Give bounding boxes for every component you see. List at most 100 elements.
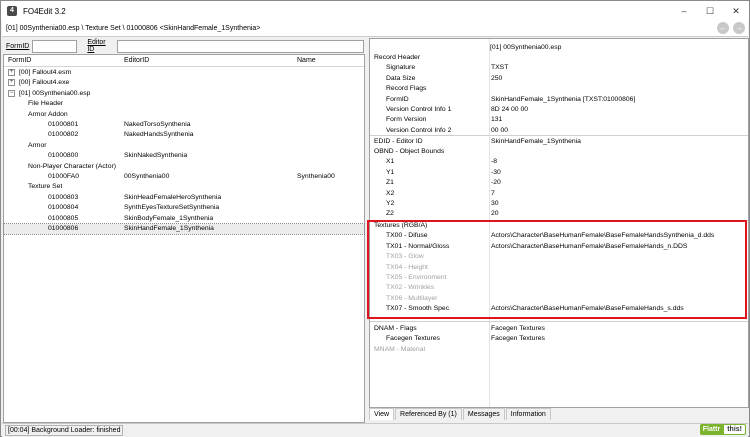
tree-row[interactable]: 01000800 SkinNakedSynthenia	[4, 151, 364, 161]
tree-row[interactable]: Non-Player Character (Actor)	[4, 162, 364, 172]
record-field-value[interactable]: 250	[491, 74, 502, 84]
record-row[interactable]: Version Control Info 1 8D 24 00 00	[370, 105, 748, 115]
tree-row[interactable]: 01000804 SynthEyesTextureSetSynthenia	[4, 203, 364, 213]
record-row[interactable]: Z2 20	[370, 209, 748, 219]
record-field-label: Record Header	[374, 54, 421, 61]
flattr-button[interactable]: Flattr this!	[699, 424, 746, 435]
column-header-editorid[interactable]: EditorID	[124, 57, 149, 64]
record-field-value[interactable]: -30	[491, 168, 501, 178]
record-row[interactable]: Z1 -20	[370, 178, 748, 188]
record-field-value[interactable]: Facegen Textures	[491, 324, 545, 334]
tree-cell-formid: [01] 00Synthenia00.esp	[19, 89, 91, 97]
tree-cell-formid: 01000802	[48, 131, 79, 139]
maximize-button[interactable]: ☐	[697, 1, 723, 21]
record-field-label: OBND - Object Bounds	[374, 148, 445, 155]
record-row[interactable]: Signature TXST	[370, 63, 748, 73]
record-field-label: FormID	[386, 95, 409, 103]
record-row[interactable]: Form Version 131	[370, 115, 748, 125]
record-row[interactable]: Y2 30	[370, 199, 748, 209]
record-row[interactable]: Y1 -30	[370, 168, 748, 178]
formid-filter-input[interactable]	[32, 39, 78, 53]
title-bar: 4 FO4Edit 3.2 – ☐ ✕	[1, 1, 749, 21]
back-icon[interactable]: ←	[717, 22, 729, 34]
minimize-button[interactable]: –	[671, 1, 697, 21]
record-row[interactable]: MNAM - Material	[370, 345, 748, 355]
tree-row[interactable]: − [01] 00Synthenia00.esp	[4, 89, 364, 99]
record-field-label: X1	[386, 158, 395, 166]
tree-cell-formid: 01000804	[48, 204, 79, 212]
record-field-label: Y1	[386, 168, 395, 176]
tree-cell-editorid: SynthEyesTextureSetSynthenia	[124, 204, 220, 212]
record-field-label: Record Flags	[386, 85, 427, 93]
close-button[interactable]: ✕	[723, 1, 749, 21]
tree-cell-formid: [00] Fallout4.exe	[19, 79, 70, 87]
record-field-label: Version Control Info 1	[386, 106, 452, 113]
record-field-value[interactable]: 30	[491, 199, 499, 209]
record-path-bar: [01] 00Synthenia00.esp \ Texture Set \ 0…	[2, 21, 748, 37]
record-row[interactable]: FormID SkinHandFemale_1Synthenia [TXST:01…	[370, 95, 748, 105]
record-field-value[interactable]: Facegen Textures	[491, 334, 545, 344]
expand-toggle-icon[interactable]: +	[8, 79, 15, 87]
tree-cell-formid: 01000803	[48, 193, 79, 201]
tree-row[interactable]: 01000803 SkinHeadFemaleHeroSynthenia	[4, 193, 364, 203]
textures-highlight-box	[367, 220, 747, 319]
tree-cell-formid: 01000805	[48, 214, 79, 222]
tree-row[interactable]: Armor	[4, 141, 364, 151]
tree-cell-formid: Armor Addon	[28, 110, 68, 118]
tree-row[interactable]: 01000805 SkinBodyFemale_1Synthenia	[4, 214, 364, 224]
record-row[interactable]: Facegen Textures Facegen Textures	[370, 334, 748, 344]
tree-row[interactable]: 01000806 SkinHandFemale_1Synthenia	[3, 222, 365, 236]
record-field-label: Facegen Textures	[386, 335, 440, 343]
tree-row[interactable]: + [00] Fallout4.exe	[4, 78, 364, 88]
tab-view[interactable]: View	[369, 408, 395, 420]
record-field-label: Form Version	[386, 116, 427, 124]
tree-row[interactable]: 01000801 NakedTorsoSynthenia	[4, 120, 364, 130]
record-row[interactable]: Record Flags	[370, 84, 748, 94]
tree-cell-formid: Texture Set	[28, 183, 63, 191]
record-row[interactable]: X1 -8	[370, 157, 748, 167]
record-field-value[interactable]: -20	[491, 178, 501, 188]
record-field-value[interactable]: -8	[491, 157, 497, 167]
tree-row[interactable]: 01000FA0 00Synthenia00 Synthenia00	[4, 172, 364, 182]
status-bar: [00:04] Background Loader: finished	[2, 423, 748, 437]
record-field-label: X2	[386, 189, 395, 197]
tree-header: FormID EditorID Name	[4, 55, 364, 67]
tree-cell-formid: [00] Fallout4.esm	[19, 69, 72, 76]
record-row[interactable]: Data Size 250	[370, 74, 748, 84]
forward-icon[interactable]: →	[733, 22, 745, 34]
record-field-value[interactable]: 8D 24 00 00	[491, 105, 528, 115]
section-divider	[370, 135, 748, 136]
record-row[interactable]: OBND - Object Bounds	[370, 147, 748, 157]
record-row[interactable]: EDID - Editor ID SkinHandFemale_1Syntheni…	[370, 137, 748, 147]
status-text: [00:04] Background Loader: finished	[8, 426, 121, 434]
record-field-value[interactable]: 20	[491, 209, 499, 219]
record-tree[interactable]: FormID EditorID Name + [00] Fallout4.esm +…	[3, 54, 365, 423]
tree-row[interactable]: Armor Addon	[4, 110, 364, 120]
record-field-value[interactable]: 7	[491, 189, 495, 199]
tree-cell-formid: Armor	[28, 141, 47, 149]
record-row[interactable]: DNAM - Flags Facegen Textures	[370, 324, 748, 334]
record-field-value[interactable]: SkinHandFemale_1Synthenia [TXST:01000806…	[491, 95, 635, 105]
tree-row[interactable]: 01000802 NakedHandsSynthenia	[4, 130, 364, 140]
expand-toggle-icon[interactable]: +	[8, 69, 15, 76]
column-header-name[interactable]: Name	[297, 57, 316, 64]
tab-information[interactable]: Information	[505, 408, 551, 420]
record-row[interactable]: X2 7	[370, 189, 748, 199]
column-header-formid[interactable]: FormID	[8, 57, 31, 64]
record-field-value[interactable]: TXST	[491, 63, 508, 73]
record-field-value[interactable]: SkinHandFemale_1Synthenia	[491, 137, 581, 147]
record-row[interactable]: Record Header	[370, 53, 748, 63]
window-title: FO4Edit 3.2	[23, 6, 66, 16]
tab-messages[interactable]: Messages	[462, 408, 505, 420]
tree-row[interactable]: File Header	[4, 99, 364, 109]
record-field-value[interactable]: 131	[491, 115, 502, 125]
editorid-filter-input[interactable]	[117, 39, 364, 53]
editorid-filter-label: Editor ID	[87, 39, 106, 53]
expand-toggle-icon[interactable]: −	[8, 89, 15, 97]
record-file-name: [01] 00Synthenia00.esp	[490, 44, 562, 51]
record-field-label: Y2	[386, 200, 395, 207]
tree-row[interactable]: Texture Set	[4, 182, 364, 192]
record-field-label: MNAM - Material	[374, 345, 425, 353]
tree-row[interactable]: + [00] Fallout4.esm	[4, 68, 364, 78]
tab-referenced-by[interactable]: Referenced By (1)	[395, 408, 462, 420]
